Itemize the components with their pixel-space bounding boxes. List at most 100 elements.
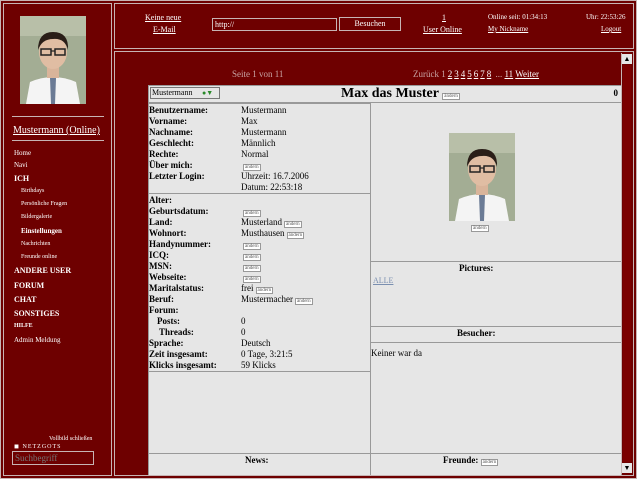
field-label: Sprache: — [149, 338, 184, 348]
sidebar-nav-item[interactable]: Persönliche Fragen — [21, 201, 67, 207]
field-label: Threads: — [159, 327, 194, 337]
online-since: Online seit: 01:34:13 — [488, 13, 548, 21]
field-edit-button[interactable]: ändern — [243, 254, 261, 261]
field-edit-button[interactable]: ändern — [243, 265, 261, 272]
friends-edit-button[interactable]: ändern — [480, 459, 499, 466]
field-value: Deutsch — [241, 338, 271, 348]
online-count[interactable]: 1 — [442, 13, 446, 22]
sidebar-avatar[interactable] — [20, 16, 86, 104]
pagination-next[interactable]: Weiter — [515, 69, 539, 79]
sidebar-nav-item[interactable]: CHAT — [14, 295, 37, 304]
logout-link[interactable]: Logout — [601, 25, 621, 33]
profile-title-text: Max das Muster — [341, 86, 439, 101]
sidebar-nav-item[interactable]: Home — [14, 149, 31, 157]
field-value: Mustermann — [241, 105, 287, 115]
field-value: 0 Tage, 3:21:5 — [241, 349, 292, 359]
field-label: Forum: — [149, 305, 179, 315]
url-field[interactable] — [212, 18, 337, 31]
sidebar-nav-item[interactable]: Birthdays — [21, 188, 44, 194]
field-value-text: Deutsch — [241, 338, 271, 348]
sidebar-nav-item[interactable]: FORUM — [14, 281, 44, 290]
field-value-text: Musthausen — [241, 228, 285, 238]
field-edit-button[interactable]: ändern — [243, 164, 261, 171]
scroll-up-icon[interactable]: ▲ — [622, 54, 632, 64]
page-link-last[interactable]: 11 — [505, 69, 514, 79]
field-value: ändern — [241, 261, 261, 272]
sidebar-nav-item[interactable]: Einstellungen — [21, 227, 62, 235]
sidebar: Mustermann (Online) Home Navi ICH Birthdays… — [3, 3, 112, 476]
field-value-text: Datum: 22:53:18 — [241, 182, 303, 192]
sidebar-nav-item[interactable]: ANDERE USER — [14, 266, 71, 275]
user-online-link[interactable]: User Online — [423, 25, 462, 34]
field-value-text: Mustermacher — [241, 294, 293, 304]
field-edit-button[interactable]: ändern — [284, 221, 302, 228]
sidebar-nav-item[interactable]: HILFE — [14, 323, 33, 329]
field-label: ICQ: — [149, 250, 169, 260]
page-link[interactable]: 3 — [454, 69, 459, 79]
field-edit-button[interactable]: ändern — [243, 210, 261, 217]
scroll-down-icon[interactable]: ▼ — [622, 463, 632, 473]
pagination-dots: ... — [495, 69, 503, 79]
field-value: ändern — [241, 160, 261, 171]
visit-button[interactable]: Besuchen — [339, 17, 401, 31]
divider — [149, 453, 370, 454]
search-input[interactable] — [12, 451, 94, 465]
visitors-title: Besucher: — [457, 328, 496, 338]
field-value-text: Musterland — [241, 217, 282, 227]
online-status-icon: ●▼ — [202, 89, 214, 97]
field-value-text: frei — [241, 283, 254, 293]
pictures-all-link[interactable]: ALLE — [373, 276, 393, 285]
profile-panel: Mustermann ●▼ Max das Muster ändern 0 Be… — [148, 85, 622, 475]
field-value: ändern — [241, 272, 261, 283]
sidebar-nav-item[interactable]: SONSTIGES — [14, 309, 59, 318]
no-new-mail-link[interactable]: Keine neue — [145, 13, 181, 22]
field-label: Nachname: — [149, 127, 193, 137]
field-edit-button[interactable]: ändern — [243, 243, 261, 250]
avatar-photo-icon — [20, 16, 86, 104]
page-link[interactable]: 6 — [474, 69, 479, 79]
page-link[interactable]: 5 — [467, 69, 472, 79]
field-label: Letzter Login: — [149, 171, 205, 181]
scrollbar[interactable]: ▲ ▼ — [621, 53, 632, 474]
field-label: Benutzername: — [149, 105, 208, 115]
field-value: Max — [241, 116, 258, 126]
sidebar-nav-item[interactable]: Bildergalerie — [21, 214, 52, 220]
field-label: Klicks insgesamt: — [149, 360, 217, 370]
page-link[interactable]: 1 — [441, 69, 446, 79]
field-edit-button[interactable]: ändern — [243, 276, 261, 283]
scroll-thumb[interactable] — [623, 65, 631, 462]
sidebar-nav-item[interactable]: ICH — [14, 174, 29, 183]
my-nickname-link[interactable]: My Nickname — [488, 25, 528, 33]
sidebar-user-online[interactable]: Mustermann (Online) — [13, 125, 100, 136]
field-edit-button[interactable]: ändern — [255, 287, 274, 294]
page-indicator: Seite 1 von 11 — [232, 69, 284, 79]
avatar-edit-button[interactable]: ändern — [471, 225, 489, 232]
column-divider — [370, 103, 371, 475]
sidebar-nav-item[interactable]: Navi — [14, 161, 28, 169]
profile-avatar[interactable] — [449, 133, 515, 221]
page-link[interactable]: 8 — [487, 69, 492, 79]
divider — [149, 103, 370, 104]
page-link[interactable]: 4 — [461, 69, 466, 79]
sidebar-nav-item[interactable]: Admin Meldung — [14, 336, 60, 344]
divider — [371, 261, 621, 262]
field-value: Mustermann — [241, 127, 287, 137]
sidebar-nav-item[interactable]: Nachrichten — [21, 241, 50, 247]
divider — [149, 371, 370, 372]
sidebar-nav-item[interactable]: Freunde online — [21, 254, 57, 260]
field-edit-button[interactable]: ändern — [286, 232, 305, 239]
field-label: Wohnort: — [149, 228, 187, 238]
user-select[interactable]: Mustermann ●▼ — [150, 87, 220, 99]
field-label: Land: — [149, 217, 173, 227]
email-link[interactable]: E-Mail — [153, 25, 176, 34]
sidebar-divider — [12, 140, 104, 141]
field-edit-button[interactable]: ändern — [294, 298, 313, 305]
page-link[interactable]: 2 — [448, 69, 453, 79]
fullscreen-exit-link[interactable]: Vollbild schließen — [49, 436, 92, 442]
netzgots-label: NETZGOTS — [22, 444, 62, 450]
field-value: Musthausen ändern — [241, 228, 305, 239]
field-label: Rechte: — [149, 149, 179, 159]
field-value-text: 59 Klicks — [241, 360, 276, 370]
title-edit-button[interactable]: ändern — [442, 93, 460, 100]
page-link[interactable]: 7 — [480, 69, 485, 79]
